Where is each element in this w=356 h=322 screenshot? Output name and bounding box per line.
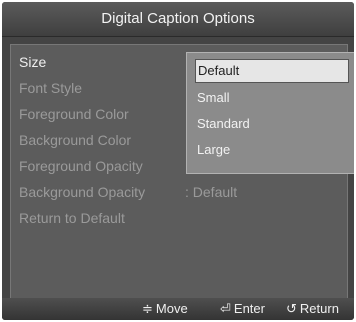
return-icon: ↺ <box>286 301 297 316</box>
return-hint: ↺ Return <box>286 298 339 320</box>
menu-item-background-opacity[interactable]: Background Opacity : Default <box>11 179 347 205</box>
menu-item-label: Return to Default <box>19 210 125 226</box>
menu-item-label: Background Opacity <box>19 184 146 200</box>
menu-item-label: Size <box>19 54 47 70</box>
option-default[interactable]: Default <box>195 59 349 83</box>
return-label: Return <box>299 301 339 316</box>
menu-item-value: : Default <box>185 184 238 200</box>
menu-item-return-to-default[interactable]: Return to Default <box>11 205 347 231</box>
move-label: Move <box>155 301 188 316</box>
menu-item-label: Foreground Color <box>19 106 129 122</box>
option-small[interactable]: Small <box>195 87 347 109</box>
move-arrows-icon: ≑ <box>142 301 153 316</box>
enter-label: Enter <box>233 301 265 316</box>
option-standard[interactable]: Standard <box>195 113 347 135</box>
menu-item-label: Foreground Opacity <box>19 158 143 174</box>
menu-item-label: Font Style <box>19 80 83 96</box>
enter-icon: ⏎ <box>220 301 231 316</box>
size-dropdown-list[interactable]: Default Small Standard Large <box>186 52 354 174</box>
option-large[interactable]: Large <box>195 139 347 161</box>
caption-options-window: Digital Caption Options Size : Font Styl… <box>2 2 354 320</box>
enter-hint: ⏎ Enter <box>220 298 265 320</box>
navigation-hint-bar: ≑ Move ⏎ Enter ↺ Return <box>2 298 354 320</box>
move-hint: ≑ Move <box>142 298 188 320</box>
window-title: Digital Caption Options <box>2 2 354 37</box>
menu-item-label: Background Color <box>19 132 132 148</box>
